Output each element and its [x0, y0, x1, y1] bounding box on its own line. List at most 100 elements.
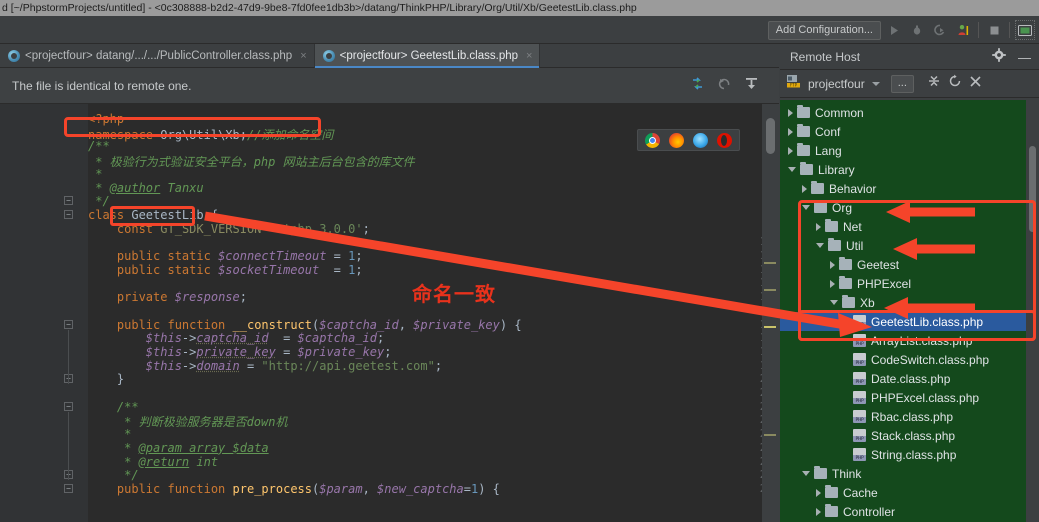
chevron-right-icon[interactable] [830, 279, 835, 288]
code-line[interactable]: /** [88, 139, 110, 153]
editor-tab-geetestlib[interactable]: <projectfour> GeetestLib.class.php × [314, 44, 541, 68]
fold-toggle-icon[interactable]: − [64, 209, 73, 219]
tree-folder-item[interactable]: Behavior [780, 179, 1026, 198]
chevron-down-icon[interactable] [802, 471, 810, 476]
chevron-right-icon[interactable] [788, 108, 793, 117]
chevron-right-icon[interactable] [816, 507, 821, 516]
run-with-coverage-icon[interactable] [930, 20, 950, 40]
code-line[interactable]: public function pre_process($param, $new… [88, 482, 500, 496]
tree-folder-item[interactable]: Lang [780, 141, 1026, 160]
code-text-area[interactable]: <?php namespace Org\Util\Xb;//添加命名空间/** *… [88, 104, 779, 522]
opera-icon[interactable] [716, 132, 732, 148]
tree-file-item[interactable]: Stack.class.php [780, 426, 1026, 445]
code-line[interactable]: private $response; [88, 290, 247, 304]
tree-file-item[interactable]: String.class.php [780, 445, 1026, 464]
code-line[interactable]: * @author Tanxu [88, 181, 203, 195]
chevron-right-icon[interactable] [788, 127, 793, 136]
code-line[interactable]: * @param array $data [88, 441, 269, 455]
profile-icon[interactable] [953, 20, 973, 40]
tree-folder-item[interactable]: Cache [780, 483, 1026, 502]
code-line[interactable]: * @return int [88, 455, 218, 469]
panel-header-actions: — [992, 48, 1031, 67]
tree-folder-item[interactable]: Net [780, 217, 1026, 236]
code-line[interactable]: */ [88, 194, 109, 208]
tree-folder-item[interactable]: Conf [780, 122, 1026, 141]
code-line[interactable]: namespace Org\Util\Xb;//添加命名空间 [88, 126, 333, 143]
tree-file-item[interactable]: PHPExcel.class.php [780, 388, 1026, 407]
tree-scrollbar-thumb[interactable] [1029, 146, 1036, 232]
fold-toggle-icon[interactable]: − [64, 319, 73, 329]
collapse-icon[interactable] [927, 74, 941, 93]
code-line[interactable]: $this->private_key = $private_key; [88, 345, 392, 359]
chevron-right-icon[interactable] [816, 488, 821, 497]
browser-launch-popup[interactable] [637, 129, 740, 151]
code-line[interactable]: */ [88, 468, 138, 482]
tree-file-item[interactable]: ArrayList.class.php [780, 331, 1026, 350]
fold-toggle-icon[interactable]: − [64, 483, 73, 493]
chevron-down-icon[interactable] [816, 243, 824, 248]
tree-scrollbar[interactable] [1026, 100, 1039, 522]
add-configuration-button[interactable]: Add Configuration... [767, 20, 881, 40]
tree-item-label: Stack.class.php [871, 428, 956, 443]
tree-folder-item[interactable]: Org [780, 198, 1026, 217]
tree-file-item[interactable]: GeetestLib.class.php [780, 312, 1026, 331]
tree-file-item[interactable]: CodeSwitch.class.php [780, 350, 1026, 369]
code-line[interactable]: <?php [88, 112, 124, 126]
code-line[interactable]: const GT_SDK_VERSION = 'php_3.0.0'; [88, 222, 370, 236]
code-line[interactable]: * [88, 427, 131, 441]
fold-toggle-icon[interactable]: − [64, 401, 73, 411]
revert-icon[interactable] [717, 76, 732, 94]
gear-icon[interactable] [992, 48, 1006, 67]
close-icon[interactable]: × [300, 50, 306, 62]
chevron-right-icon[interactable] [816, 222, 821, 231]
fold-toggle-icon[interactable]: − [64, 196, 73, 206]
chevron-down-icon[interactable] [830, 300, 838, 305]
tree-folder-item[interactable]: Util [780, 236, 1026, 255]
firefox-icon[interactable] [669, 132, 685, 148]
edge-icon[interactable] [692, 132, 708, 148]
browse-button[interactable]: ... [890, 74, 914, 93]
chevron-right-icon[interactable] [830, 260, 835, 269]
code-line[interactable]: public static $connectTimeout = 1; [88, 249, 363, 263]
tree-folder-item[interactable]: Library [780, 160, 1026, 179]
minimize-icon[interactable]: — [1018, 51, 1031, 64]
tree-file-item[interactable]: Date.class.php [780, 369, 1026, 388]
tree-file-item[interactable]: Rbac.class.php [780, 407, 1026, 426]
debug-icon[interactable] [907, 20, 927, 40]
code-editor[interactable]: 1234567891011121314151617181920212223242… [0, 104, 779, 522]
tree-folder-item[interactable]: Common [780, 103, 1026, 122]
stop-icon[interactable] [984, 20, 1004, 40]
scrollbar-thumb[interactable] [766, 118, 775, 154]
code-line[interactable]: $this->captcha_id = $captcha_id; [88, 331, 384, 345]
chevron-right-icon[interactable] [802, 184, 807, 193]
tree-item-label: Controller [843, 504, 896, 519]
tree-folder-item[interactable]: PHPExcel [780, 274, 1026, 293]
code-line[interactable]: $this->domain = "http://api.geetest.com"… [88, 359, 442, 373]
refresh-icon[interactable] [948, 74, 962, 93]
close-icon[interactable]: × [526, 50, 532, 62]
screen-icon[interactable] [1015, 20, 1035, 40]
chevron-down-icon[interactable] [871, 81, 880, 86]
sync-icon[interactable] [690, 76, 705, 94]
code-line[interactable]: public static $socketTimeout = 1; [88, 263, 363, 277]
code-line[interactable]: * [88, 167, 102, 181]
close-icon[interactable] [969, 75, 982, 93]
editor-tab-public-controller[interactable]: <projectfour> datang/.../.../PublicContr… [0, 44, 315, 68]
code-line[interactable]: /** [88, 400, 139, 414]
chrome-icon[interactable] [645, 132, 661, 148]
tree-folder-item[interactable]: Controller [780, 502, 1026, 521]
tree-folder-item[interactable]: Xb [780, 293, 1026, 312]
editor-scrollbar[interactable] [762, 104, 779, 522]
run-icon[interactable] [884, 20, 904, 40]
download-icon[interactable] [744, 76, 759, 94]
remote-file-tree[interactable]: Common Conf Lang Library Behavior Org Net Util G… [780, 100, 1039, 522]
chevron-down-icon[interactable] [802, 205, 810, 210]
code-line[interactable]: * 极验行为式验证安全平台，php 网站主后台包含的库文件 [88, 153, 414, 170]
tree-folder-item[interactable]: Think [780, 464, 1026, 483]
code-line[interactable]: class GeetestLib { [88, 208, 218, 222]
tree-folder-item[interactable]: Geetest [780, 255, 1026, 274]
code-line[interactable]: public function __construct($captcha_id,… [88, 318, 522, 332]
chevron-down-icon[interactable] [788, 167, 796, 172]
code-line[interactable]: } [88, 372, 124, 386]
chevron-right-icon[interactable] [788, 146, 793, 155]
